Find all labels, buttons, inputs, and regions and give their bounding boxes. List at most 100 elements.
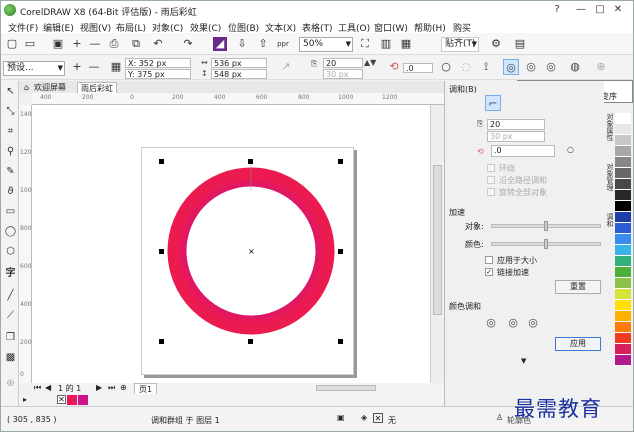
chevron-down-icon[interactable]: ▼ xyxy=(521,357,526,365)
y-position-field[interactable]: Y: 375 px xyxy=(125,69,191,79)
docker-rotate-field[interactable]: .0 xyxy=(491,145,555,157)
slider-knob[interactable] xyxy=(544,239,548,249)
full-path-checkbox[interactable] xyxy=(487,176,495,184)
zoom-level-select[interactable]: 50% ▼ xyxy=(299,37,353,52)
polygon-tool-icon[interactable]: ⬡ xyxy=(4,245,17,258)
loop-checkbox[interactable] xyxy=(487,164,495,172)
blend-rotate-field[interactable]: .0 xyxy=(403,63,433,73)
tab-object-manager[interactable]: 对象管理 xyxy=(605,163,615,191)
open-icon[interactable]: ▭ xyxy=(23,37,37,51)
vertical-scrollbar[interactable] xyxy=(430,105,444,383)
corel-connect-icon[interactable]: ◢ xyxy=(213,37,227,51)
drawing-canvas[interactable]: × xyxy=(32,105,430,383)
redo-icon[interactable]: ↷ xyxy=(181,37,195,51)
tab-object-properties[interactable]: 对象属性 xyxy=(605,113,615,141)
crop-tool-icon[interactable]: ⌗ xyxy=(4,125,17,138)
object-color-accel-icon[interactable]: ◍ xyxy=(567,59,583,75)
palette-swatch[interactable] xyxy=(615,300,631,311)
palette-swatch[interactable] xyxy=(615,190,631,201)
add-page-icon[interactable]: ⊕ xyxy=(120,383,127,392)
ellipse-tool-icon[interactable]: ◯ xyxy=(4,225,17,238)
transparency-icon[interactable]: ▩ xyxy=(4,351,17,364)
palette-swatch[interactable] xyxy=(615,212,631,223)
fill-icon[interactable]: ◈ xyxy=(361,413,367,422)
palette-swatch[interactable] xyxy=(615,322,631,333)
save-icon[interactable]: ▣ xyxy=(51,37,65,51)
palette-swatch[interactable] xyxy=(615,289,631,300)
text-tool-icon[interactable]: 字 xyxy=(4,267,17,280)
last-page-icon[interactable]: ⏭ xyxy=(108,383,115,393)
copy-icon[interactable]: ⧉ xyxy=(129,37,143,51)
palette-swatch[interactable] xyxy=(615,344,631,355)
import-arrow-icon[interactable]: ⇩ xyxy=(235,37,249,51)
palette-swatch[interactable] xyxy=(615,355,631,366)
document-color-icon[interactable]: ▣ xyxy=(337,413,345,422)
color-accel-slider[interactable] xyxy=(491,239,601,249)
add-preset-icon[interactable]: + xyxy=(70,60,84,74)
counterclockwise-blend-icon[interactable]: ◎ xyxy=(543,59,559,75)
palette-swatch[interactable] xyxy=(615,333,631,344)
add-tool-icon[interactable]: ⊕ xyxy=(4,377,17,390)
palette-swatch[interactable] xyxy=(615,146,631,157)
close-button[interactable]: ✕ xyxy=(607,3,629,17)
import-icon[interactable]: + xyxy=(70,37,84,51)
parallel-dimension-icon[interactable]: ╱ xyxy=(4,289,17,302)
selection-handle[interactable] xyxy=(248,159,253,164)
tab-rainbow[interactable]: 雨后彩虹 xyxy=(77,82,117,93)
slider-knob[interactable] xyxy=(544,221,548,231)
palette-swatch[interactable] xyxy=(615,245,631,256)
width-field[interactable]: 536 px xyxy=(211,58,267,68)
palette-swatch[interactable] xyxy=(615,278,631,289)
gear-icon[interactable]: ⚙ xyxy=(489,37,503,51)
stepper-icon[interactable]: ▲▼ xyxy=(364,58,376,67)
selection-handle[interactable] xyxy=(338,339,343,344)
selection-handle[interactable] xyxy=(159,249,164,254)
apply-size-checkbox[interactable] xyxy=(485,256,493,264)
publish-pdf-icon[interactable]: ppr xyxy=(276,37,290,51)
palette-menu-icon[interactable]: ▸ xyxy=(23,395,27,404)
add-perspective-icon[interactable]: ⊕ xyxy=(593,59,609,75)
export-arrow-icon[interactable]: ⇧ xyxy=(256,37,270,51)
connector-tool-icon[interactable]: ⟋ xyxy=(4,309,17,322)
drop-shadow-icon[interactable]: ❒ xyxy=(4,331,17,344)
link-accel-checkbox[interactable]: ✓ xyxy=(485,268,493,276)
accel-icon[interactable]: ⟟ xyxy=(479,60,493,74)
snap-to-select[interactable]: 贴齐(T) ▼ xyxy=(441,37,479,52)
direct-blend-icon[interactable]: ◎ xyxy=(503,59,519,75)
color-swatch[interactable] xyxy=(78,395,88,405)
apply-button[interactable]: 应用 xyxy=(555,337,601,351)
help-button[interactable]: ? xyxy=(546,3,568,17)
horizontal-scrollbar[interactable] xyxy=(316,385,376,391)
reset-button[interactable]: 重置 xyxy=(555,280,601,294)
palette-swatch[interactable] xyxy=(615,234,631,245)
print-icon[interactable]: ⎙ xyxy=(107,37,121,51)
loop-blend-icon[interactable]: ○ xyxy=(439,60,453,74)
full-screen-icon[interactable]: ⛶ xyxy=(358,37,372,51)
rulers-icon[interactable]: ▥ xyxy=(379,37,393,51)
selection-handle[interactable] xyxy=(338,249,343,254)
selection-handle[interactable] xyxy=(338,159,343,164)
selection-handle[interactable] xyxy=(248,339,253,344)
palette-swatch[interactable] xyxy=(615,311,631,322)
prev-page-icon[interactable]: ◀ xyxy=(45,383,51,392)
palette-swatch[interactable] xyxy=(615,157,631,168)
docker-steps-field[interactable]: 20 xyxy=(487,119,545,130)
palette-swatch[interactable] xyxy=(615,124,631,135)
x-position-field[interactable]: X: 352 px xyxy=(125,58,191,68)
docker-spacing-field[interactable]: 30 px xyxy=(487,131,545,142)
undo-icon[interactable]: ↶ xyxy=(151,37,165,51)
first-page-icon[interactable]: ⏮ xyxy=(34,383,41,393)
palette-swatch[interactable] xyxy=(615,168,631,179)
counterclockwise-color-icon[interactable]: ◎ xyxy=(525,315,541,331)
artistic-media-icon[interactable]: ϑ xyxy=(4,185,17,198)
rotate-all-checkbox[interactable] xyxy=(487,188,495,196)
object-color-icon[interactable]: ◌ xyxy=(459,60,473,74)
clockwise-blend-icon[interactable]: ◎ xyxy=(523,59,539,75)
object-origin-icon[interactable]: ▦ xyxy=(109,60,123,74)
direct-color-icon[interactable]: ◎ xyxy=(483,315,499,331)
selection-handle[interactable] xyxy=(159,159,164,164)
palette-swatch[interactable] xyxy=(615,135,631,146)
freehand-tool-icon[interactable]: ✎ xyxy=(4,165,17,178)
export-icon[interactable]: — xyxy=(88,37,102,51)
scrollbar-thumb[interactable] xyxy=(433,165,442,315)
